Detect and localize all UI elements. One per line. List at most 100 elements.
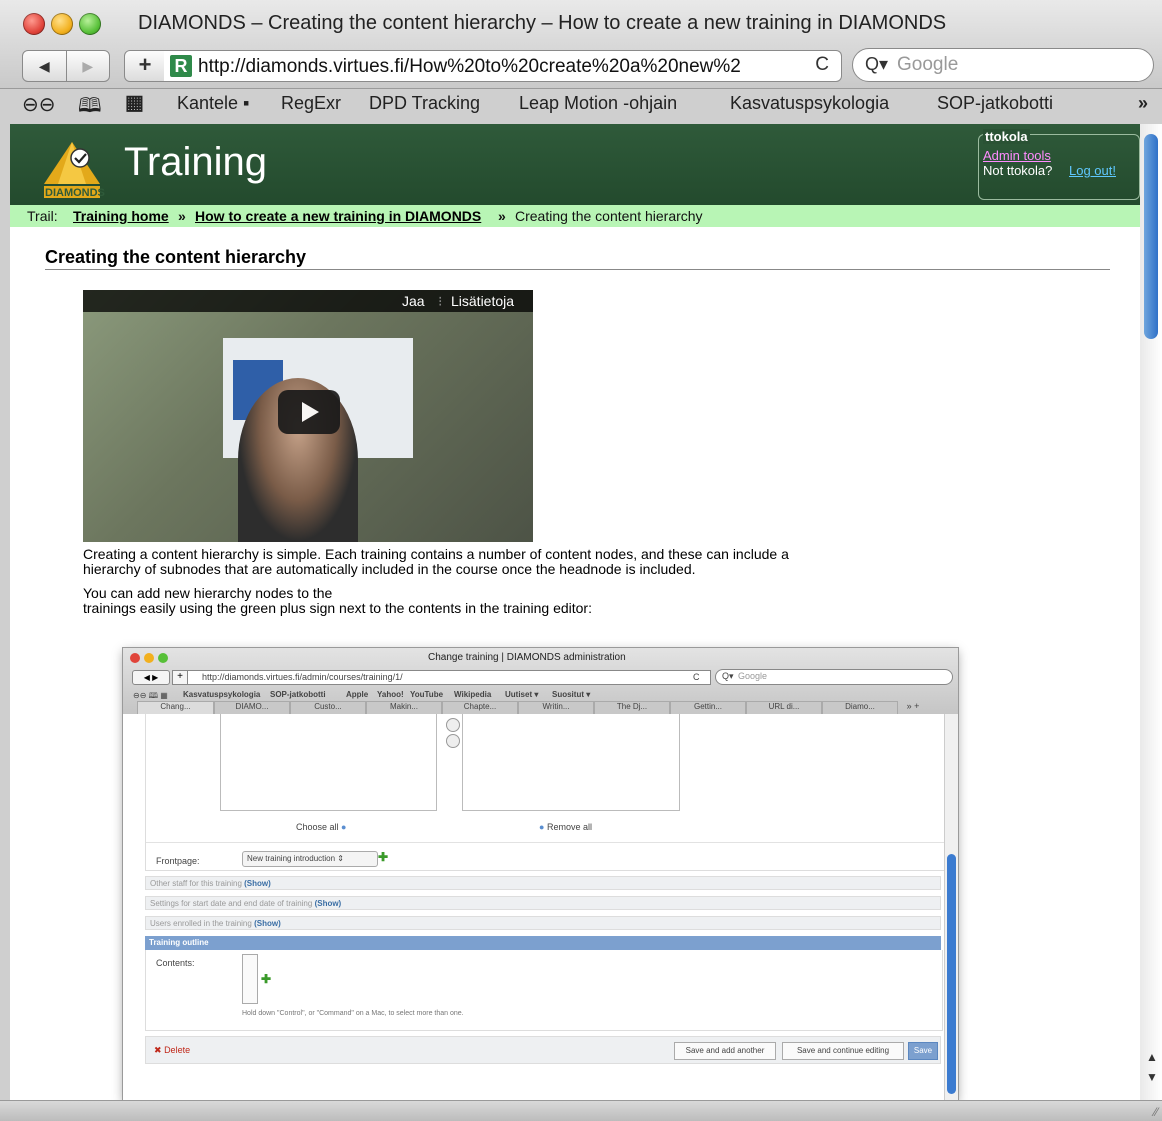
inner-tab-overflow-icon: » + — [906, 701, 920, 711]
reload-button[interactable]: C — [815, 54, 829, 76]
inner-reload-icon: C — [693, 672, 700, 682]
inner-tab-bar: Chang... DIAMO... Custo... Makin... Chap… — [137, 701, 957, 716]
inner-chosen-list — [462, 714, 680, 811]
inner-outline-body: Contents: ✚ Hold down "Control", or "Com… — [145, 950, 943, 1031]
bookmark-sop-jatkobotti[interactable]: SOP-jatkobotti — [937, 93, 1053, 114]
instruction-line-1: You can add new hierarchy nodes to the — [83, 585, 333, 601]
nav-buttons: ◀ ▶ — [22, 50, 110, 82]
logo-text: DIAMONDS — [45, 187, 105, 199]
inner-bookmark: Suositut ▾ — [552, 690, 591, 699]
inner-add-frontpage-icon: ✚ — [378, 850, 389, 864]
scroll-down-icon[interactable]: ▼ — [1146, 1070, 1158, 1084]
inner-submit-row: ✖ Delete Save and add another Save and c… — [145, 1036, 941, 1064]
breadcrumb-current: Creating the content hierarchy — [515, 208, 703, 224]
inner-show-link: (Show) — [314, 899, 342, 908]
bookmark-regexr[interactable]: RegExr — [281, 93, 341, 114]
intro-paragraph: Creating a content hierarchy is simple. … — [83, 547, 903, 577]
bookmarks-book-icon[interactable]: 🕮 — [78, 91, 102, 125]
inner-save-continue-button: Save and continue editing — [782, 1042, 904, 1060]
forward-button[interactable]: ▶ — [67, 51, 110, 81]
top-sites-grid-icon[interactable]: ▦ — [125, 90, 144, 115]
bookmark-dpd-tracking[interactable]: DPD Tracking — [369, 93, 480, 114]
close-window-button[interactable] — [23, 13, 45, 35]
inner-help-text: Hold down "Control", or "Command" on a M… — [242, 1010, 464, 1017]
minimize-window-button[interactable] — [51, 13, 73, 35]
inner-choose-all-icon: ● — [341, 822, 347, 832]
user-box: ttokola Admin tools Not ttokola? Log out… — [978, 129, 1140, 200]
maximize-window-button[interactable] — [79, 13, 101, 35]
breadcrumb-separator: » — [178, 208, 186, 224]
add-bookmark-button[interactable]: + — [124, 50, 166, 82]
breadcrumb-how-to-create[interactable]: How to create a new training in DIAMONDS — [195, 208, 481, 224]
inner-section-users: Users enrolled in the training (Show) — [145, 916, 941, 930]
inner-bookmark: Apple — [346, 690, 369, 699]
intro-line-1: Creating a content hierarchy is simple. … — [83, 546, 789, 562]
admin-tools-link[interactable]: Admin tools — [983, 148, 1051, 163]
inner-toolbar: Change training | DIAMONDS administratio… — [123, 648, 958, 716]
video-top-bar: Jaa ⁝ Lisätietoja — [83, 290, 533, 312]
play-button[interactable] — [278, 390, 340, 434]
page-title: Creating the content hierarchy — [45, 247, 307, 267]
breadcrumb: Trail: Training home » How to create a n… — [10, 205, 1140, 227]
inner-contents-label: Contents: — [156, 958, 195, 968]
inner-remove-all-icon: ● — [539, 822, 545, 832]
inner-plus-icon: + — [172, 670, 188, 685]
not-user-text: Not ttokola? — [983, 163, 1053, 178]
inner-available-list — [220, 714, 437, 811]
inner-divider — [146, 842, 944, 843]
inner-minimize-icon — [144, 653, 154, 663]
scrollbar-thumb[interactable] — [1144, 134, 1158, 339]
breadcrumb-separator: » — [498, 208, 506, 224]
breadcrumb-label: Trail: — [27, 208, 58, 224]
inner-section-title: Users enrolled in the training — [150, 919, 252, 928]
video-share-button[interactable]: Jaa — [402, 293, 425, 309]
inner-bookmark: Kasvatuspsykologia — [183, 690, 261, 699]
page-content: Creating the content hierarchy Jaa ⁝ Lis… — [10, 227, 1140, 1100]
search-icon[interactable]: Q▾ — [865, 54, 888, 75]
bookmark-kantele[interactable]: Kantele ▪ — [177, 93, 249, 114]
inner-bookmark: SOP-jatkobotti — [270, 690, 326, 699]
inner-section-other-staff: Other staff for this training (Show) — [145, 876, 941, 890]
back-button[interactable]: ◀ — [23, 51, 67, 81]
site-title: Training — [124, 140, 268, 184]
video-player[interactable]: Jaa ⁝ Lisätietoja — [83, 290, 533, 542]
inner-search-field: Q▾ Google — [715, 669, 953, 685]
inner-page: Choose all ● ● Remove all Frontpage: New… — [123, 714, 945, 1100]
username: ttokola — [983, 129, 1030, 144]
reading-list-icon[interactable]: ⊖⊖ — [22, 92, 56, 117]
resize-grip-icon[interactable]: ⁄⁄ — [1154, 1105, 1158, 1119]
inner-section-title: Settings for start date and end date of … — [150, 899, 313, 908]
site-header: DIAMONDS Training ttokola Admin tools No… — [10, 124, 1140, 205]
instruction-line-2: trainings easily using the green plus si… — [83, 600, 592, 616]
address-bar[interactable]: R http://diamonds.virtues.fi/How%20to%20… — [164, 50, 842, 82]
breadcrumb-training-home[interactable]: Training home — [73, 208, 169, 224]
url-text[interactable]: http://diamonds.virtues.fi/How%20to%20cr… — [198, 56, 788, 78]
inner-save-add-another-button: Save and add another — [674, 1042, 776, 1060]
inner-remove-all-label: Remove all — [546, 822, 592, 832]
bookmarks-overflow-button[interactable]: » — [1138, 93, 1148, 114]
inner-url: http://diamonds.virtues.fi/admin/courses… — [202, 672, 403, 682]
inner-section-title: Other staff for this training — [150, 879, 242, 888]
inner-add-content-icon: ✚ — [261, 972, 272, 986]
inner-bookmark: Yahoo! — [377, 690, 404, 699]
inner-delete-label: Delete — [164, 1045, 191, 1055]
search-field[interactable]: Q▾ Google — [852, 48, 1154, 82]
play-icon — [302, 402, 319, 422]
inner-search-placeholder: Google — [738, 671, 768, 681]
video-info-icon: ⁝ — [438, 293, 443, 309]
logout-link[interactable]: Log out! — [1069, 163, 1116, 178]
bookmark-leap-motion[interactable]: Leap Motion -ohjain — [519, 93, 677, 114]
inner-selector-area: Choose all ● ● Remove all Frontpage: New… — [145, 714, 945, 871]
bookmark-kasvatuspsykologia[interactable]: Kasvatuspsykologia — [730, 93, 889, 114]
instruction-paragraph: You can add new hierarchy nodes to the t… — [83, 586, 903, 616]
inner-remove-arrow-icon — [446, 734, 460, 748]
inner-add-arrow-icon — [446, 718, 460, 732]
inner-window-title: Change training | DIAMONDS administratio… — [428, 652, 626, 663]
scroll-up-icon[interactable]: ▲ — [1146, 1050, 1158, 1064]
page-scrollbar[interactable]: ▲ ▼ — [1140, 124, 1162, 1100]
inner-bookmark: YouTube — [410, 690, 444, 699]
inner-choose-all-label: Choose all — [296, 822, 339, 832]
status-bar: ⁄⁄ — [0, 1100, 1162, 1121]
video-more-info-button[interactable]: Lisätietoja — [451, 293, 514, 309]
inner-frontpage-value: New training introduction — [247, 854, 336, 863]
